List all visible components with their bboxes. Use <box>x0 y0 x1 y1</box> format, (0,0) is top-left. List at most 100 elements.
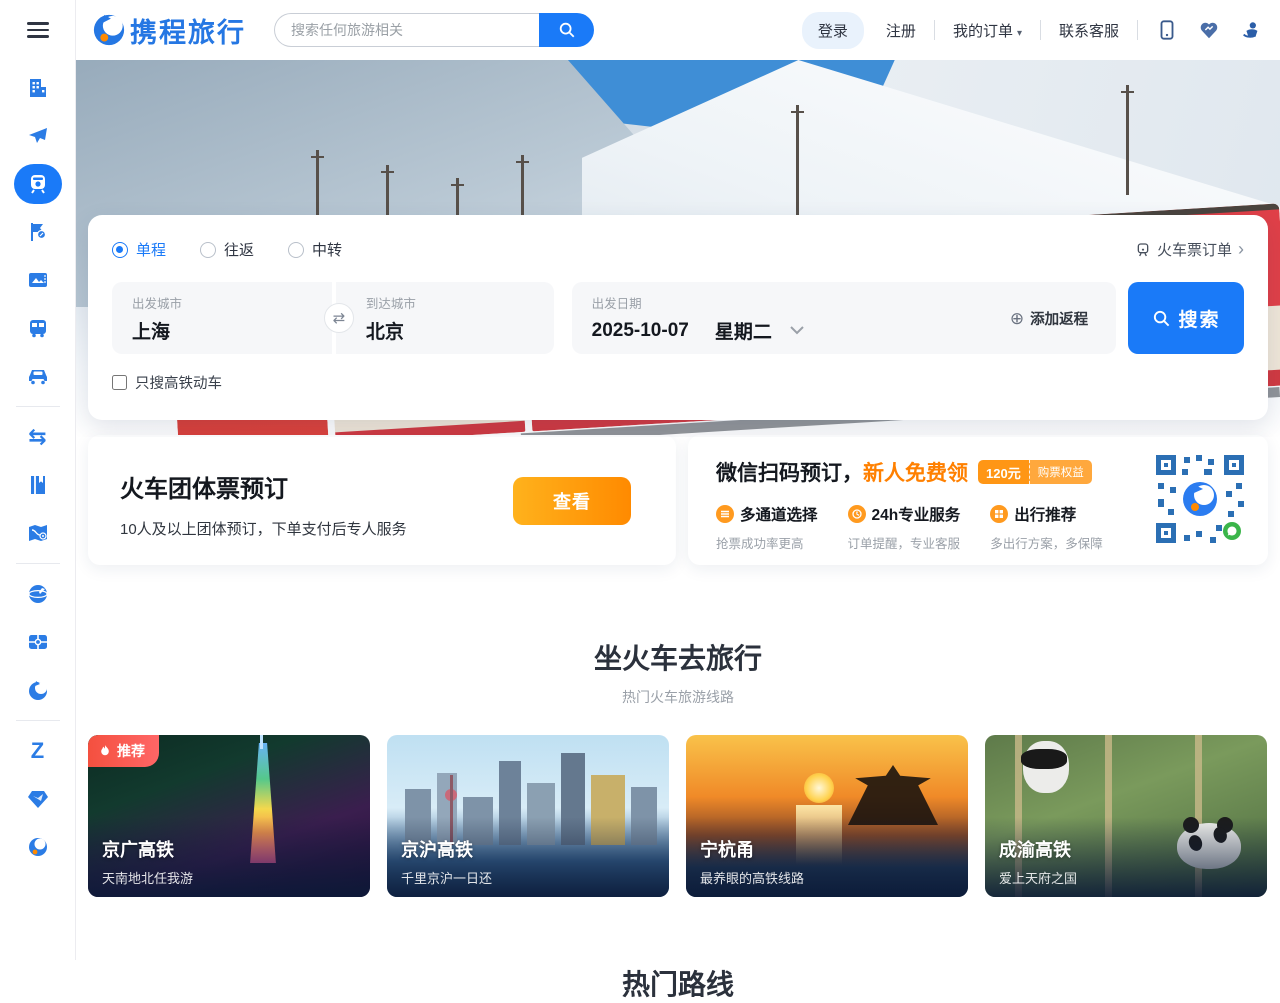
register-button[interactable]: 注册 <box>886 20 916 41</box>
mobile-app-icon[interactable] <box>1156 19 1178 41</box>
wechat-qr-code[interactable] <box>1154 453 1246 545</box>
route-card-ninghangyong[interactable]: 宁杭甬 最养眼的高铁线路 <box>686 735 968 897</box>
flame-icon <box>98 744 112 758</box>
gift-card-icon <box>26 630 50 654</box>
sidebar-item-flight[interactable] <box>0 112 76 160</box>
train-booking-panel: 单程 往返 中转 火车票订单 › 出发城市 <box>88 215 1268 420</box>
sidebar-item-tour[interactable] <box>0 208 76 256</box>
group-ticket-view-button[interactable]: 查看 <box>513 477 631 525</box>
header-divider <box>1137 20 1138 40</box>
sidebar-item-ticket[interactable] <box>0 256 76 304</box>
high-speed-only-label: 只搜高铁动车 <box>135 372 222 393</box>
route-card-subtitle: 爱上天府之国 <box>999 868 1077 887</box>
sidebar-item-transfer[interactable]: ⇆ <box>0 413 76 461</box>
customer-service-icon[interactable] <box>1240 19 1262 41</box>
login-button[interactable]: 登录 <box>802 12 864 49</box>
header-divider <box>934 20 935 40</box>
train-ticket-orders-link[interactable]: 火车票订单 › <box>1135 239 1244 260</box>
to-city-value: 北京 <box>366 317 534 344</box>
route-card-subtitle: 天南地北任我游 <box>102 868 193 887</box>
logo-text: 携程旅行 <box>130 11 246 50</box>
sidebar-item-dolphin-brand[interactable] <box>0 823 76 871</box>
bus-icon <box>26 316 50 340</box>
guide-book-icon <box>26 473 50 497</box>
global-search-button[interactable] <box>539 13 594 47</box>
transfer-arrows-icon: ⇆ <box>28 426 46 448</box>
route-card-title: 成渝高铁 <box>999 836 1077 862</box>
hotel-icon <box>26 76 50 100</box>
globe-plane-icon <box>26 582 50 606</box>
sidebar-item-bus[interactable] <box>0 304 76 352</box>
radio-selected-icon <box>112 242 128 258</box>
global-search-input[interactable] <box>274 13 539 47</box>
depart-date-value: 2025-10-07 <box>592 320 689 342</box>
radio-icon <box>288 242 304 258</box>
wechat-promo-title: 微信扫码预订， <box>716 457 863 487</box>
clock-icon <box>848 505 866 523</box>
chevron-right-icon: › <box>1238 239 1244 260</box>
from-city-field[interactable]: 出发城市 上海 <box>112 282 332 354</box>
map-route-icon <box>26 521 50 545</box>
sunset-sun-graphic <box>804 773 834 803</box>
sidebar-divider <box>16 563 60 564</box>
section-title-hot-routes: 热门路线 <box>76 963 1280 1003</box>
route-card-jingguang[interactable]: 推荐 京广高铁 天南地北任我游 <box>88 735 370 897</box>
sidebar-item-hotel[interactable] <box>0 64 76 112</box>
swap-cities-button[interactable]: ⇄ <box>324 303 354 333</box>
catenary-pole <box>796 105 799 225</box>
feature-multi-channel: 多通道选择 抢票成功率更高 <box>716 503 818 552</box>
sidebar-item-giftcard[interactable] <box>0 618 76 666</box>
high-speed-only-checkbox[interactable] <box>112 375 127 390</box>
sidebar-item-train[interactable] <box>0 160 76 208</box>
chevron-down-icon: ▾ <box>1017 28 1022 39</box>
hero-banner-snow-train: 单程 往返 中转 火车票订单 › 出发城市 <box>76 60 1280 437</box>
coupon-badge[interactable]: 120元 购票权益 <box>978 460 1092 484</box>
hamburger-menu-icon[interactable] <box>0 0 76 60</box>
partner-hands-icon[interactable] <box>1198 19 1220 41</box>
gem-brand-icon <box>26 787 50 811</box>
channel-icon <box>716 505 734 523</box>
scenery-ticket-icon <box>26 268 50 292</box>
trip-type-one-way-radio[interactable]: 单程 <box>112 239 166 260</box>
add-return-trip-button[interactable]: ⊕ 添加返程 <box>1010 308 1088 329</box>
wechat-promo-highlight: 新人免费领 <box>863 457 968 487</box>
sidebar-item-global-travel[interactable] <box>0 570 76 618</box>
grid-icon <box>990 505 1008 523</box>
sidebar: ⇆ Z <box>0 0 76 960</box>
sidebar-item-dolphin[interactable] <box>0 666 76 714</box>
route-card-jinghu[interactable]: 京沪高铁 千里京沪一日还 <box>387 735 669 897</box>
plus-circle-icon: ⊕ <box>1010 309 1024 329</box>
route-card-title: 宁杭甬 <box>700 836 804 862</box>
trip-type-transfer-radio[interactable]: 中转 <box>288 239 342 260</box>
contact-support-link[interactable]: 联系客服 <box>1059 20 1119 41</box>
search-icon <box>558 21 576 39</box>
my-orders-menu[interactable]: 我的订单▾ <box>953 20 1022 41</box>
sidebar-item-car[interactable] <box>0 352 76 400</box>
feature-travel-recommend: 出行推荐 多出行方案，多保障 <box>990 503 1103 552</box>
route-card-subtitle: 最养眼的高铁线路 <box>700 868 804 887</box>
group-ticket-promo-card[interactable]: 火车团体票预订 10人及以上团体预订，下单支付后专人服务 查看 <box>88 435 676 565</box>
train-search-button[interactable]: 搜索 <box>1128 282 1244 354</box>
feature-24h-service: 24h专业服务 订单提醒，专业客服 <box>848 503 961 552</box>
route-card-title: 京沪高铁 <box>401 836 492 862</box>
chevron-down-icon <box>790 326 804 335</box>
panda-climbing-graphic <box>1023 741 1069 793</box>
sidebar-item-guide[interactable] <box>0 461 76 509</box>
ctrip-logo[interactable]: 携程旅行 <box>92 11 246 50</box>
section-subtitle: 热门火车旅游线路 <box>76 687 1280 707</box>
from-city-value: 上海 <box>132 317 312 344</box>
route-card-chengyu[interactable]: 成渝高铁 爱上天府之国 <box>985 735 1267 897</box>
sidebar-item-z-brand[interactable]: Z <box>0 727 76 775</box>
wechat-promo-card[interactable]: 微信扫码预订， 新人免费领 120元 购票权益 多通道选择 抢票成功率更高 <box>688 435 1268 565</box>
depart-date-field[interactable]: 出发日期 2025-10-07 星期二 ⊕ 添加返程 <box>572 282 1116 354</box>
top-header: 携程旅行 登录 注册 我的订单▾ 联系客服 <box>76 0 1280 60</box>
sidebar-item-map[interactable] <box>0 509 76 557</box>
tower-tip <box>260 735 263 749</box>
tour-flag-icon <box>26 220 50 244</box>
dolphin-brand-icon <box>26 835 50 859</box>
flight-icon <box>26 124 50 148</box>
trip-type-round-trip-radio[interactable]: 往返 <box>200 239 254 260</box>
sidebar-item-gem-brand[interactable] <box>0 775 76 823</box>
route-card-title: 京广高铁 <box>102 836 193 862</box>
to-city-field[interactable]: 到达城市 北京 <box>336 282 554 354</box>
